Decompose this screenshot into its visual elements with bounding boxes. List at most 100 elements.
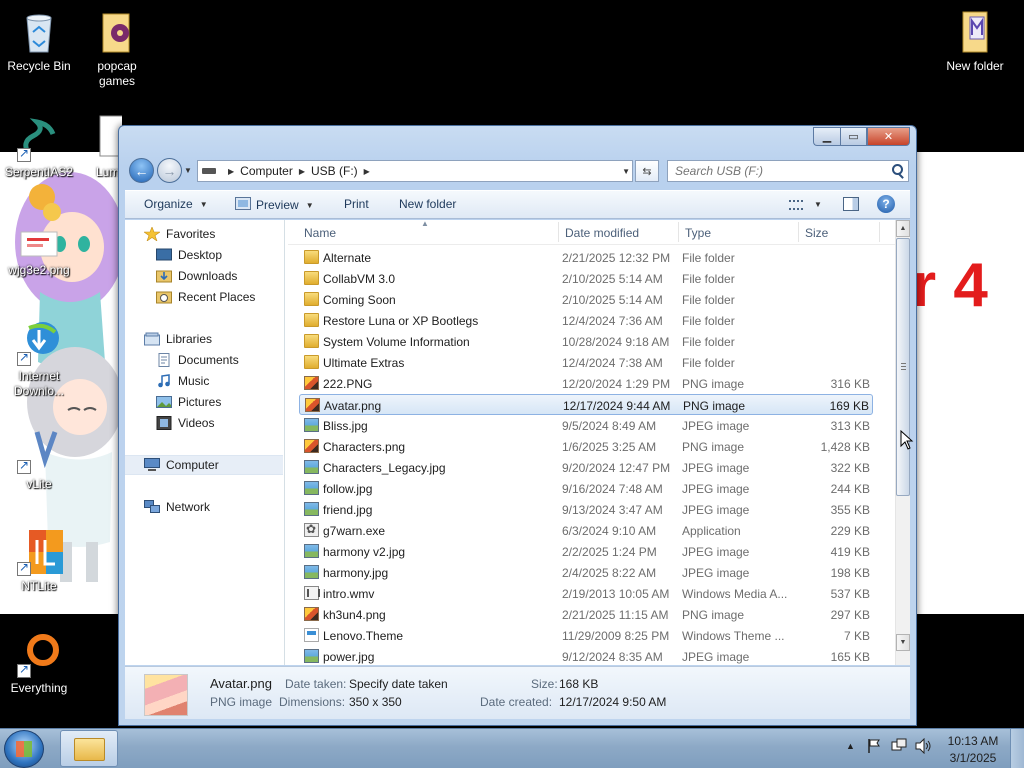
show-desktop-button[interactable]	[1010, 729, 1024, 768]
preview-menu[interactable]: Preview ▼	[235, 197, 314, 213]
file-date-modified: 12/17/2024 9:44 AM	[563, 399, 671, 413]
file-list[interactable]: ▲ Name Date modified Type Size Alternate…	[288, 220, 910, 665]
column-divider[interactable]	[879, 222, 880, 242]
nav-item-libraries[interactable]: Libraries	[144, 329, 212, 349]
desktop-icon-everything[interactable]: Everything	[0, 630, 78, 696]
chevron-down-icon[interactable]: ▼	[814, 200, 822, 209]
desktop-icon-lumi[interactable]: Lumi	[78, 114, 122, 180]
file-row[interactable]: CollabVM 3.0 2/10/2025 5:14 AM File folder	[299, 268, 873, 289]
file-row[interactable]: Bliss.jpg 9/5/2024 8:49 AM JPEG image 313 K…	[299, 415, 873, 436]
column-divider[interactable]	[678, 222, 679, 242]
new-folder-button[interactable]: New folder	[399, 197, 456, 211]
desktop-icon-popcap-games[interactable]: popcap games	[78, 8, 156, 89]
address-dropdown-button[interactable]: ▼	[622, 167, 630, 176]
print-button[interactable]: Print	[344, 197, 369, 211]
action-center-flag-icon[interactable]	[866, 738, 882, 757]
nav-item-network[interactable]: Network	[144, 497, 210, 517]
desktop-icon-internet-download-manager[interactable]: Internet Downlo...	[0, 318, 78, 399]
desktop-icon-new-folder[interactable]: New folder	[936, 8, 1014, 74]
column-header-size[interactable]: Size	[805, 226, 828, 244]
scroll-down-button[interactable]: ▼	[896, 634, 910, 651]
file-row[interactable]: kh3un4.png 2/21/2025 11:15 AM PNG image 297…	[299, 604, 873, 625]
file-row[interactable]: Coming Soon 2/10/2025 5:14 AM File folder	[299, 289, 873, 310]
jpeg-image-icon	[304, 544, 319, 558]
file-row[interactable]: Characters.png 1/6/2025 3:25 AM PNG image 1…	[299, 436, 873, 457]
column-header-name[interactable]: Name	[304, 226, 336, 244]
file-row[interactable]: Lenovo.Theme 11/29/2009 8:25 PM Windows Th…	[299, 625, 873, 646]
file-row[interactable]: g7warn.exe 6/3/2024 9:10 AM Application 229…	[299, 520, 873, 541]
nav-item-videos[interactable]: Videos	[156, 413, 214, 433]
change-view-icon[interactable]	[789, 200, 803, 210]
command-bar: Organize ▼ Preview ▼ Print New folder ▼ …	[125, 190, 910, 219]
network-tray-icon[interactable]	[891, 738, 907, 757]
volume-icon[interactable]	[914, 737, 932, 757]
file-row[interactable]: friend.jpg 9/13/2024 3:47 AM JPEG image 355…	[299, 499, 873, 520]
file-row[interactable]: Restore Luna or XP Bootlegs 12/4/2024 7:3…	[299, 310, 873, 331]
file-row-selected[interactable]: Avatar.png 12/17/2024 9:44 AM PNG image 169…	[299, 394, 873, 415]
nav-item-recent-places[interactable]: Recent Places	[156, 287, 255, 307]
file-type: PNG image	[682, 608, 745, 622]
preview-pane-toggle-icon[interactable]	[843, 197, 859, 211]
close-button[interactable]: ✕	[867, 127, 910, 146]
recent-pages-dropdown[interactable]: ▼	[184, 166, 192, 175]
column-divider[interactable]	[558, 222, 559, 242]
maximize-button[interactable]: ▭	[840, 127, 867, 146]
file-row[interactable]: Alternate 2/21/2025 12:32 PM File folder	[299, 247, 873, 268]
desktop-icon-recycle-bin[interactable]: Recycle Bin	[0, 8, 78, 74]
nav-item-pictures[interactable]: Pictures	[156, 392, 221, 412]
back-button[interactable]: ←	[129, 158, 154, 183]
scroll-up-button[interactable]: ▲	[896, 220, 910, 237]
clock-time[interactable]: 10:13 AM	[945, 734, 1001, 748]
taskbar-explorer-button[interactable]	[60, 730, 118, 767]
breadcrumb-separator-icon[interactable]: ▶	[364, 167, 370, 176]
search-input[interactable]	[668, 164, 888, 178]
file-row[interactable]: System Volume Information 10/28/2024 9:18…	[299, 331, 873, 352]
file-row[interactable]: follow.jpg 9/16/2024 7:48 AM JPEG image 244…	[299, 478, 873, 499]
search-icon[interactable]	[888, 161, 908, 181]
help-icon[interactable]: ?	[877, 195, 895, 213]
nav-item-computer[interactable]: Computer	[125, 455, 283, 475]
file-row[interactable]: Ultimate Extras 12/4/2024 7:38 AM File fol…	[299, 352, 873, 373]
nav-item-desktop[interactable]: Desktop	[156, 245, 222, 265]
clock-date[interactable]: 3/1/2025	[945, 751, 1001, 765]
search-box[interactable]	[667, 160, 909, 182]
explorer-window[interactable]: ▁ ▭ ✕ ← → ▼ ▶ Computer ▶ USB (F:) ▶ ▼ ⇆ …	[118, 125, 917, 726]
address-bar[interactable]: ▶ Computer ▶ USB (F:) ▶ ▼	[197, 160, 633, 182]
image-icon	[15, 228, 63, 260]
nav-item-downloads[interactable]: Downloads	[156, 266, 237, 286]
file-row[interactable]: 222.PNG 12/20/2024 1:29 PM PNG image 316 KB	[299, 373, 873, 394]
documents-icon	[156, 353, 172, 367]
nav-item-documents[interactable]: Documents	[156, 350, 239, 370]
windows-explorer-icon	[74, 738, 105, 761]
column-header-date-modified[interactable]: Date modified	[565, 226, 639, 244]
file-name: Bliss.jpg	[323, 419, 368, 433]
minimize-button[interactable]: ▁	[813, 127, 840, 146]
file-row[interactable]: intro.wmv 2/19/2013 10:05 AM Windows Media…	[299, 583, 873, 604]
file-row[interactable]: harmony.jpg 2/4/2025 8:22 AM JPEG image 198…	[299, 562, 873, 583]
refresh-button[interactable]: ⇆	[635, 160, 659, 182]
file-date-modified: 9/20/2024 12:47 PM	[562, 461, 671, 475]
file-row[interactable]: harmony v2.jpg 2/2/2025 1:24 PM JPEG image…	[299, 541, 873, 562]
jpeg-image-icon	[304, 502, 319, 516]
show-hidden-icons-icon[interactable]: ▲	[846, 741, 855, 751]
forward-button[interactable]: →	[157, 158, 182, 183]
details-date-taken-value[interactable]: Specify date taken	[349, 677, 448, 691]
desktop-icon-serpentias2[interactable]: SerpentIAS2	[0, 114, 78, 180]
desktop-icon-ntlite[interactable]: NTLite	[0, 528, 78, 594]
breadcrumb-separator-icon[interactable]: ▶	[228, 167, 234, 176]
desktop-icon-wjg3e2-png[interactable]: wjg3e2.png	[0, 228, 78, 278]
column-divider[interactable]	[798, 222, 799, 242]
organize-menu[interactable]: Organize ▼	[144, 197, 208, 211]
breadcrumb-computer[interactable]: Computer	[240, 164, 293, 178]
breadcrumb-separator-icon[interactable]: ▶	[299, 167, 305, 176]
column-header-type[interactable]: Type	[685, 226, 711, 244]
nav-item-music[interactable]: Music	[156, 371, 209, 391]
scrollbar-thumb[interactable]	[896, 238, 910, 496]
file-size: 198 KB	[830, 566, 870, 580]
breadcrumb-usb-drive[interactable]: USB (F:)	[311, 164, 358, 178]
file-row[interactable]: Characters_Legacy.jpg 9/20/2024 12:47 PM J…	[299, 457, 873, 478]
start-button[interactable]	[4, 730, 44, 768]
desktop-icon-vlite[interactable]: vLite	[0, 426, 78, 492]
nav-item-favorites[interactable]: Favorites	[143, 224, 215, 244]
file-row[interactable]: power.jpg 9/12/2024 8:35 AM JPEG image 165 …	[299, 646, 873, 665]
